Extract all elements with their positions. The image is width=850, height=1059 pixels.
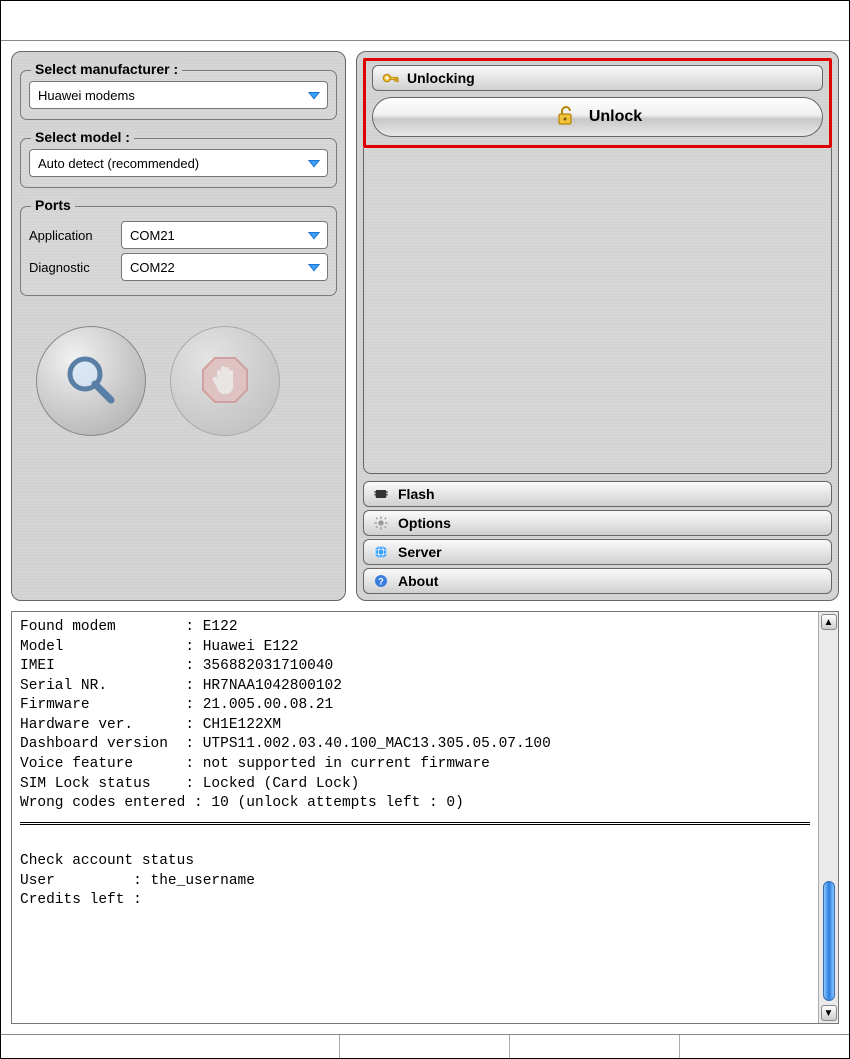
dropdown-arrow-icon <box>305 258 323 276</box>
options-label: Options <box>398 515 451 531</box>
app-window: Select manufacturer : Huawei modems Sele… <box>0 0 850 1059</box>
options-header[interactable]: Options <box>363 510 832 536</box>
scroll-down-button[interactable]: ▼ <box>821 1005 837 1021</box>
action-buttons-row <box>20 306 337 446</box>
unlocking-content <box>363 148 832 474</box>
search-button[interactable] <box>36 326 146 436</box>
manufacturer-value: Huawei modems <box>38 88 305 103</box>
dropdown-arrow-icon <box>305 86 323 104</box>
model-value: Auto detect (recommended) <box>38 156 305 171</box>
left-panel: Select manufacturer : Huawei modems Sele… <box>11 51 346 601</box>
scroll-track[interactable] <box>822 634 836 1001</box>
flash-header[interactable]: Flash <box>363 481 832 507</box>
about-header[interactable]: ? About <box>363 568 832 594</box>
help-icon: ? <box>372 572 390 590</box>
log-panel: Found modem : E122 Model : Huawei E122 I… <box>11 611 839 1024</box>
stop-button <box>170 326 280 436</box>
gear-icon <box>372 514 390 532</box>
log-text[interactable]: Found modem : E122 Model : Huawei E122 I… <box>12 612 818 1023</box>
manufacturer-title: Select manufacturer : <box>31 61 182 77</box>
server-header[interactable]: Server <box>363 539 832 565</box>
model-dropdown[interactable]: Auto detect (recommended) <box>29 149 328 177</box>
unlock-button-label: Unlock <box>589 108 642 126</box>
stop-hand-icon <box>197 352 253 411</box>
diagnostic-port-value: COM22 <box>130 260 305 275</box>
unlock-button[interactable]: Unlock <box>372 97 823 137</box>
status-cell-3 <box>509 1035 679 1058</box>
upper-panels: Select manufacturer : Huawei modems Sele… <box>11 51 839 601</box>
server-label: Server <box>398 544 442 560</box>
scroll-up-button[interactable]: ▲ <box>821 614 837 630</box>
titlebar-area <box>1 1 849 41</box>
unlocking-header-label: Unlocking <box>407 70 475 86</box>
unlocking-highlight: Unlocking Unlock <box>363 58 832 148</box>
diagnostic-port-dropdown[interactable]: COM22 <box>121 253 328 281</box>
unlocking-header[interactable]: Unlocking <box>372 65 823 91</box>
main-area: Select manufacturer : Huawei modems Sele… <box>1 41 849 1034</box>
model-title: Select model : <box>31 129 134 145</box>
status-cell-1 <box>1 1035 339 1058</box>
ports-title: Ports <box>31 197 75 213</box>
about-label: About <box>398 573 438 589</box>
status-cell-2 <box>339 1035 509 1058</box>
flash-label: Flash <box>398 486 435 502</box>
ports-diagnostic-row: Diagnostic COM22 <box>29 253 328 281</box>
dropdown-arrow-icon <box>305 154 323 172</box>
application-port-value: COM21 <box>130 228 305 243</box>
key-icon <box>381 69 399 87</box>
log-scrollbar[interactable]: ▲ ▼ <box>818 612 838 1023</box>
manufacturer-group: Select manufacturer : Huawei modems <box>20 70 337 120</box>
status-cell-4 <box>679 1035 849 1058</box>
dropdown-arrow-icon <box>305 226 323 244</box>
diagnostic-label: Diagnostic <box>29 260 121 275</box>
status-bar <box>1 1034 849 1058</box>
manufacturer-dropdown[interactable]: Huawei modems <box>29 81 328 109</box>
application-label: Application <box>29 228 121 243</box>
scroll-thumb[interactable] <box>823 881 835 1001</box>
svg-text:?: ? <box>378 576 384 586</box>
chip-icon <box>372 485 390 503</box>
model-group: Select model : Auto detect (recommended) <box>20 138 337 188</box>
application-port-dropdown[interactable]: COM21 <box>121 221 328 249</box>
unlock-padlock-icon <box>553 103 577 132</box>
magnifier-icon <box>61 350 121 413</box>
ports-group: Ports Application COM21 Diagnostic <box>20 206 337 296</box>
globe-icon <box>372 543 390 561</box>
right-panel: Unlocking Unlock <box>356 51 839 601</box>
ports-application-row: Application COM21 <box>29 221 328 249</box>
